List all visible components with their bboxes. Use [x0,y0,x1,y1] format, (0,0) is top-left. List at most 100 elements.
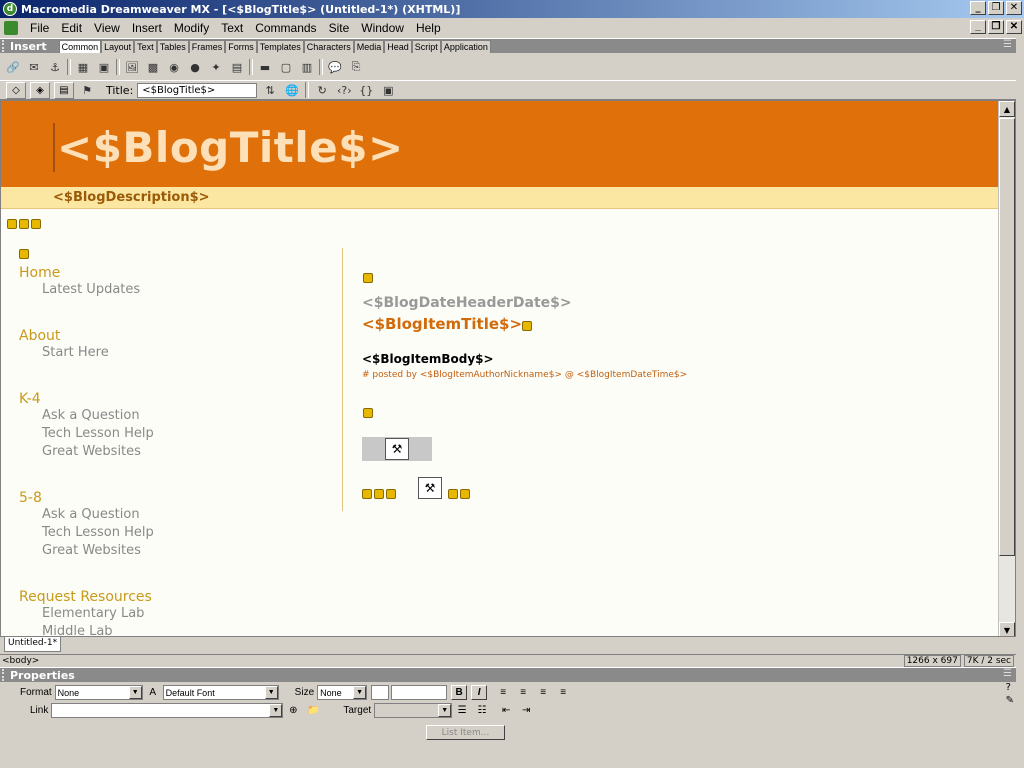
tab-tables[interactable]: Tables [156,39,189,53]
rollover-image-icon[interactable]: ✦ [207,59,225,75]
point-to-file-icon[interactable]: ⊕ [285,703,301,718]
panel-options-icon[interactable]: ☰ [1003,39,1012,50]
script-marker-icon[interactable] [374,489,384,499]
named-anchor-icon[interactable]: ⚓ [46,59,64,75]
font-select[interactable]: Default Font ▼ [162,685,279,700]
size-select[interactable]: None ▼ [317,685,368,700]
hyperlink-icon[interactable]: 🔗 [4,59,22,75]
menu-site[interactable]: Site [323,21,356,35]
doc-close-button[interactable]: ✕ [1006,20,1022,34]
script-marker-icon[interactable] [363,408,373,418]
split-view-icon[interactable]: ◈ [30,81,50,99]
nav-heading[interactable]: K-4 [19,391,154,407]
window-size-menu[interactable]: 1266 x 697 [903,655,961,667]
tab-forms[interactable]: Forms [225,39,257,53]
fireworks-html-icon[interactable]: ◉ [165,59,183,75]
minimize-button[interactable]: _ [970,1,986,15]
align-right-icon[interactable]: ≡ [535,685,551,700]
nav-link[interactable]: Elementary Lab [42,605,152,623]
nav-heading[interactable]: Request Resources [19,589,152,605]
doc-restore-button[interactable]: ❐ [988,20,1004,34]
quick-tag-editor-icon[interactable]: ✎ [1006,695,1014,706]
list-item-button[interactable]: List Item... [426,725,505,740]
menu-commands[interactable]: Commands [249,21,322,35]
unordered-list-icon[interactable]: ☰ [454,703,470,718]
browse-folder-icon[interactable]: 📁 [305,703,321,718]
properties-panel-title[interactable]: Properties [10,669,75,682]
email-link-icon[interactable]: ✉ [25,59,43,75]
blog-title[interactable]: <$BlogTitle$> [53,123,404,172]
nav-heading[interactable]: About [19,328,109,344]
panel-grip-icon[interactable] [2,669,8,681]
panel-grip-icon[interactable] [2,40,8,52]
menu-insert[interactable]: Insert [126,21,168,35]
nav-heading[interactable]: Home [19,265,140,281]
script-marker-icon[interactable] [448,489,458,499]
image-icon[interactable]: 🖼 [123,59,141,75]
live-data-icon[interactable]: ⚑ [78,82,96,98]
script-marker-icon[interactable] [7,219,17,229]
script-marker-icon[interactable] [19,219,29,229]
tab-text[interactable]: Text [134,39,157,53]
code-view-icon[interactable]: ◇ [6,81,26,99]
tab-head[interactable]: Head [384,39,412,53]
text-color-field[interactable] [391,685,448,700]
tab-media[interactable]: Media [353,39,385,53]
preview-browser-icon[interactable]: 🌐 [283,82,301,98]
close-button[interactable]: ✕ [1006,1,1022,15]
tab-layout[interactable]: Layout [101,39,135,53]
nav-link[interactable]: Tech Lesson Help [42,425,154,443]
script-marker-icon[interactable] [362,489,372,499]
menu-view[interactable]: View [88,21,126,35]
tab-application[interactable]: Application [440,39,491,53]
navigation-bar-icon[interactable]: ▤ [228,59,246,75]
menu-modify[interactable]: Modify [168,21,215,35]
broken-image-icon[interactable]: ⚒ [418,477,442,499]
nav-link[interactable]: Start Here [42,344,109,362]
scroll-down-button[interactable]: ▼ [999,622,1015,636]
italic-button[interactable]: I [471,685,488,700]
menu-file[interactable]: File [24,21,55,35]
justify-icon[interactable]: ≡ [555,685,571,700]
scroll-up-button[interactable]: ▲ [999,101,1015,117]
table-icon[interactable]: ▦ [74,59,92,75]
script-marker-icon[interactable] [522,321,533,331]
tab-common[interactable]: Common [58,39,102,53]
tag-selector-body[interactable]: <body> [2,656,39,666]
doc-minimize-button[interactable]: _ [970,20,986,34]
script-marker-icon[interactable] [386,489,396,499]
tabular-data-icon[interactable]: ▥ [298,59,316,75]
script-marker-icon[interactable] [19,249,29,259]
vertical-scrollbar[interactable]: ▲ ▼ [998,101,1015,636]
code-navigation-icon[interactable]: {} [357,82,375,98]
nav-heading[interactable]: 5-8 [19,490,154,506]
broken-image-icon[interactable]: ⚒ [385,438,409,460]
post-body[interactable]: <$BlogItemBody$> [362,352,494,366]
menu-text[interactable]: Text [215,21,249,35]
refresh-icon[interactable]: ↻ [313,82,331,98]
nav-link[interactable]: Great Websites [42,443,154,461]
format-select[interactable]: None ▼ [54,685,143,700]
post-byline[interactable]: # posted by <$BlogItemAuthorNickname$> @… [362,370,687,380]
image-placeholder-icon[interactable]: ▩ [144,59,162,75]
nav-link[interactable]: Middle Lab [42,623,152,636]
tab-characters[interactable]: Characters [303,39,354,53]
comment-icon[interactable]: 💬 [326,59,344,75]
ordered-list-icon[interactable]: ☷ [474,703,490,718]
post-title[interactable]: <$BlogItemTitle$> [362,315,522,333]
date-icon[interactable]: ▢ [277,59,295,75]
tab-frames[interactable]: Frames [188,39,226,53]
css-style-icon[interactable]: A [145,685,161,700]
post-date-header[interactable]: <$BlogDateHeaderDate$> [362,295,572,311]
script-marker-icon[interactable] [31,219,41,229]
nav-link[interactable]: Ask a Question [42,506,154,524]
page-title-input[interactable]: <$BlogTitle$> [137,82,258,98]
flash-icon[interactable]: ● [186,59,204,75]
align-center-icon[interactable]: ≡ [515,685,531,700]
nav-link[interactable]: Latest Updates [42,281,140,299]
script-marker-icon[interactable] [363,273,373,283]
restore-button[interactable]: ❐ [988,1,1004,15]
align-left-icon[interactable]: ≡ [495,685,511,700]
outdent-icon[interactable]: ⇤ [498,703,514,718]
tab-templates[interactable]: Templates [256,39,304,53]
